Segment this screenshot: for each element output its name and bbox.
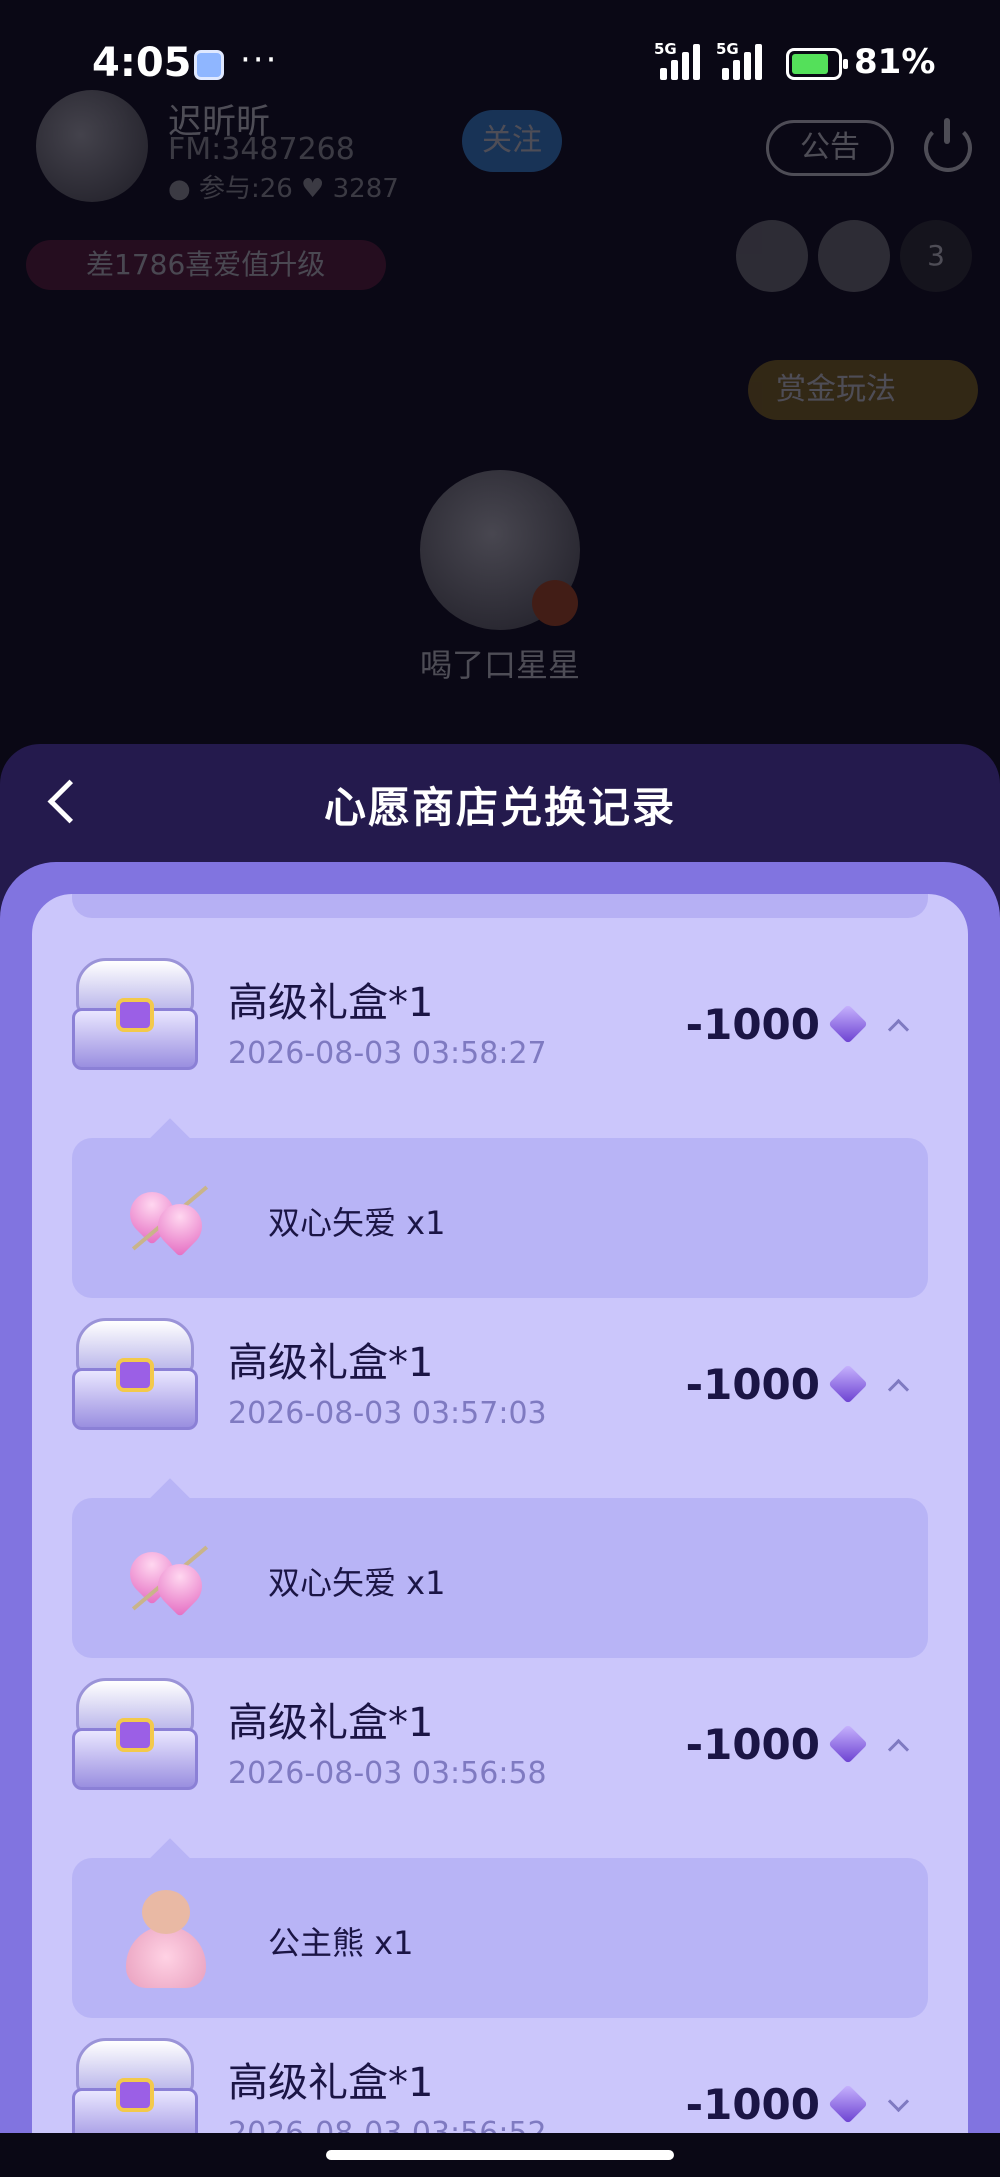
battery-icon bbox=[786, 48, 848, 80]
network-type-label-2: 5G bbox=[716, 40, 739, 58]
diamond-icon bbox=[830, 1006, 868, 1044]
follow-button[interactable]: 关注 bbox=[462, 110, 562, 172]
gift-name: 双心矢爱 x1 bbox=[268, 1204, 446, 1242]
record-row[interactable]: 高级礼盒*1 2026-08-03 03:57:03 -1000 bbox=[32, 1314, 968, 1464]
host-fm-id: FM:3487268 bbox=[168, 132, 355, 167]
chevron-up-icon[interactable] bbox=[886, 1374, 910, 1398]
princess-bear-icon bbox=[112, 1884, 220, 1992]
viewer-avatars[interactable]: 3 bbox=[736, 220, 972, 292]
record-amount: -1000 bbox=[685, 1000, 820, 1049]
sheet-title: 心愿商店兑换记录 bbox=[323, 783, 676, 832]
gift-box-icon bbox=[68, 1674, 202, 1798]
gift-name: 公主熊 x1 bbox=[268, 1924, 414, 1962]
more-notifications-icon: ··· bbox=[240, 40, 279, 80]
record-row[interactable]: 高级礼盒*1 2026-08-03 03:56:58 -1000 bbox=[32, 1674, 968, 1824]
record-detail: 双心矢爱 x1 bbox=[72, 1138, 928, 1298]
record-panel: 高级礼盒*1 2026-08-03 03:58:27 -1000 双心矢爱 x1… bbox=[0, 862, 1000, 2177]
chevron-up-icon[interactable] bbox=[886, 1734, 910, 1758]
record-list[interactable]: 高级礼盒*1 2026-08-03 03:58:27 -1000 双心矢爱 x1… bbox=[32, 894, 968, 2177]
hearts-arrow-icon bbox=[112, 1524, 220, 1632]
battery-percent: 81% bbox=[854, 42, 936, 82]
gift-box-icon bbox=[68, 1314, 202, 1438]
record-time: 2026-08-03 03:56:58 bbox=[228, 1756, 547, 1791]
chevron-up-icon[interactable] bbox=[886, 1014, 910, 1038]
signal-icon: 5G bbox=[654, 40, 700, 80]
power-icon[interactable] bbox=[924, 118, 972, 172]
hearts-arrow-icon bbox=[112, 1164, 220, 1272]
record-detail: 公主熊 x1 bbox=[72, 1858, 928, 2018]
app-notification-icon bbox=[194, 50, 224, 80]
notice-button[interactable]: 公告 bbox=[766, 120, 894, 176]
record-title: 高级礼盒*1 bbox=[228, 1700, 434, 1746]
record-time: 2026-08-03 03:57:03 bbox=[228, 1396, 547, 1431]
viewer-avatar[interactable] bbox=[736, 220, 808, 292]
sheet-header: 心愿商店兑换记录 bbox=[0, 744, 1000, 864]
signal-icon-2: 5G bbox=[716, 40, 762, 80]
network-type-label: 5G bbox=[654, 40, 677, 58]
level-progress[interactable]: 差1786喜爱值升级 bbox=[26, 240, 386, 290]
live-room-background: 迟昕昕 FM:3487268 ● 参与:26 ♥ 3287 关注 公告 差178… bbox=[0, 80, 1000, 760]
seat-name: 喝了口星星 bbox=[419, 646, 580, 684]
record-amount: -1000 bbox=[685, 1360, 820, 1409]
record-title: 高级礼盒*1 bbox=[228, 980, 434, 1026]
exchange-record-sheet: 心愿商店兑换记录 高级礼盒*1 2026-08-03 03:58:27 -100… bbox=[0, 744, 1000, 2177]
host-stats: ● 参与:26 ♥ 3287 bbox=[168, 174, 399, 204]
record-detail: 双心矢爱 x1 bbox=[72, 1498, 928, 1658]
viewer-count[interactable]: 3 bbox=[900, 220, 972, 292]
mic-icon bbox=[532, 580, 578, 626]
diamond-icon bbox=[830, 2086, 868, 2124]
record-amount: -1000 bbox=[685, 2080, 820, 2129]
chevron-down-icon[interactable] bbox=[886, 2094, 910, 2118]
home-indicator[interactable] bbox=[326, 2150, 674, 2160]
host-avatar[interactable] bbox=[36, 90, 148, 202]
record-title: 高级礼盒*1 bbox=[228, 1340, 434, 1386]
record-amount: -1000 bbox=[685, 1720, 820, 1769]
viewer-avatar[interactable] bbox=[818, 220, 890, 292]
diamond-icon bbox=[830, 1366, 868, 1404]
bounty-play-button[interactable]: 赏金玩法 bbox=[748, 360, 978, 420]
record-title: 高级礼盒*1 bbox=[228, 2060, 434, 2106]
gift-box-icon bbox=[68, 954, 202, 1078]
record-row[interactable]: 高级礼盒*1 2026-08-03 03:58:27 -1000 bbox=[32, 954, 968, 1104]
gift-name: 双心矢爱 x1 bbox=[268, 1564, 446, 1602]
diamond-icon bbox=[830, 1726, 868, 1764]
record-time: 2026-08-03 03:58:27 bbox=[228, 1036, 547, 1071]
previous-detail-strip bbox=[72, 894, 928, 918]
